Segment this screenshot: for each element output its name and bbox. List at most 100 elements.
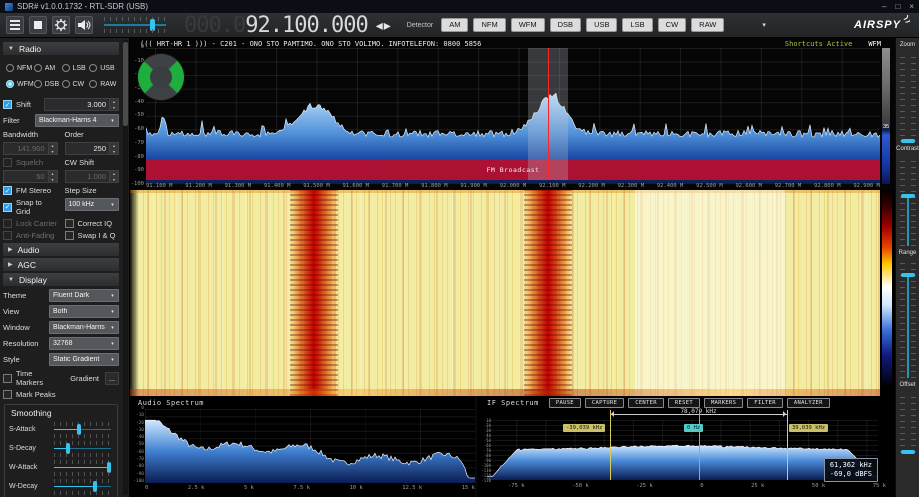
vertical-slider[interactable]: [899, 390, 916, 455]
mute-button[interactable]: [75, 16, 93, 34]
close-button[interactable]: ×: [909, 2, 914, 11]
mode-radio[interactable]: NFM: [6, 64, 34, 72]
menu-button[interactable]: [6, 16, 24, 34]
slider-track[interactable]: [52, 440, 113, 457]
slider-thumb[interactable]: [900, 450, 915, 455]
order-spinner[interactable]: ▴ ▾: [109, 143, 118, 154]
slider-thumb[interactable]: [66, 442, 71, 454]
cw-shift-label: CW Shift: [64, 158, 95, 167]
anti-fading-checkbox[interactable]: [3, 231, 12, 240]
step-up-button[interactable]: ▸: [384, 17, 391, 34]
slider-thumb[interactable]: [900, 194, 915, 199]
settings-button[interactable]: [52, 16, 70, 34]
shift-spinner[interactable]: ▴ ▾: [109, 99, 118, 110]
spectrum-plot[interactable]: FM Broadcast: [146, 48, 880, 184]
cw-shift-input[interactable]: 1.000 ▴ ▾: [64, 170, 119, 183]
scrollbar-thumb[interactable]: [123, 42, 128, 126]
swap-iq-checkbox[interactable]: [64, 231, 74, 240]
snap-to-grid-checkbox[interactable]: ✓: [3, 202, 12, 212]
slider-thumb[interactable]: [92, 480, 97, 492]
mode-radio[interactable]: WFM: [6, 80, 34, 88]
lock-carrier-checkbox[interactable]: [3, 219, 12, 228]
gradient-button[interactable]: ...: [105, 371, 119, 385]
if-toolbar-button[interactable]: ANALYZER: [786, 398, 830, 408]
volume-thumb[interactable]: [149, 19, 155, 31]
setting-dropdown[interactable]: Blackman-Harris 4 ▾: [49, 321, 119, 334]
detector-mode-button[interactable]: LSB: [622, 17, 653, 33]
filter-marker-left[interactable]: [610, 410, 611, 480]
sidebar-section-audio[interactable]: ▶ Audio: [3, 243, 119, 256]
time-markers-checkbox[interactable]: [3, 373, 12, 383]
tuning-line[interactable]: [548, 48, 549, 180]
detector-mode-button[interactable]: NFM: [473, 17, 506, 33]
slider-thumb[interactable]: [77, 423, 82, 435]
step-down-button[interactable]: ◂: [376, 17, 383, 34]
setting-dropdown[interactable]: Fluent Dark ▾: [49, 289, 119, 302]
volume-slider[interactable]: [102, 17, 168, 33]
toolbar-overflow-caret[interactable]: ▾: [762, 21, 766, 29]
slider-thumb[interactable]: [900, 139, 915, 144]
waterfall[interactable]: [130, 190, 895, 396]
if-toolbar-button[interactable]: CAPTURE: [584, 398, 625, 408]
detector-mode-button[interactable]: DSB: [549, 17, 582, 33]
slider-track[interactable]: [52, 421, 113, 438]
bandwidth-spinner[interactable]: ▴ ▾: [47, 143, 57, 154]
step-size-dropdown[interactable]: 100 kHz ▾: [64, 198, 119, 211]
shift-input[interactable]: 3.000 ▴ ▾: [44, 98, 119, 111]
slider-track[interactable]: [52, 478, 113, 495]
shift-checkbox[interactable]: ✓: [3, 100, 12, 109]
mode-radio[interactable]: AM: [33, 64, 62, 72]
sidebar-scrollbar[interactable]: [123, 40, 128, 495]
if-db-axis: -10 -20 -30 -40 -50 -60 -70 -80 -90 -100 -110 -120-…: [479, 418, 491, 483]
fm-stereo-checkbox[interactable]: ✓: [3, 186, 12, 195]
detector-mode-button[interactable]: AM: [441, 17, 469, 33]
setting-dropdown[interactable]: 32768 ▾: [49, 337, 119, 350]
minimize-button[interactable]: –: [882, 2, 886, 11]
sidebar-section-display[interactable]: ▼ Display: [3, 273, 119, 286]
shift-label: Shift: [16, 100, 32, 109]
squelch-input[interactable]: 50 ▴ ▾: [3, 170, 58, 183]
mode-radio[interactable]: USB: [89, 64, 117, 72]
bandwidth-input[interactable]: 141.960 ▴ ▾: [3, 142, 58, 155]
filter-marker-right[interactable]: [787, 410, 788, 480]
slider-thumb[interactable]: [106, 461, 111, 473]
if-toolbar-button[interactable]: MARKERS: [703, 398, 744, 408]
slider-track[interactable]: [52, 459, 113, 476]
maximize-button[interactable]: □: [895, 2, 900, 11]
waterfall-display[interactable]: [130, 190, 880, 396]
mode-radio[interactable]: LSB: [61, 64, 90, 72]
spectrum-panel[interactable]: ((( HRT-HR 1 ))) - C201 - ONO STO PAMTIM…: [130, 38, 895, 190]
center-marker[interactable]: [699, 410, 700, 480]
mode-radio[interactable]: RAW: [89, 80, 117, 88]
if-toolbar-button[interactable]: CENTER: [628, 398, 664, 408]
mode-radio[interactable]: CW: [61, 80, 90, 88]
setting-dropdown[interactable]: Both ▾: [49, 305, 119, 318]
setting-dropdown[interactable]: Static Gradient ▾: [49, 353, 119, 366]
if-toolbar-button[interactable]: RESET: [667, 398, 700, 408]
filter-dropdown[interactable]: Blackman-Harris 4 ▾: [35, 114, 119, 127]
mode-radio[interactable]: DSB: [33, 80, 62, 88]
detector-mode-button[interactable]: CW: [657, 17, 687, 33]
sidebar-section-radio[interactable]: ▼ Radio: [3, 42, 119, 55]
squelch-checkbox[interactable]: [3, 158, 12, 167]
frequency-tick-label: -25 k: [636, 483, 653, 489]
detector-mode-button[interactable]: RAW: [691, 17, 725, 33]
correct-iq-checkbox[interactable]: [64, 219, 74, 228]
smoothing-title: Smoothing: [11, 408, 52, 418]
squelch-spinner[interactable]: ▴ ▾: [47, 171, 57, 182]
detector-mode-button[interactable]: USB: [586, 17, 618, 33]
detector-mode-button[interactable]: WFM: [510, 17, 545, 33]
frequency-display[interactable]: 000.0 92.100.000: [184, 13, 369, 38]
stop-button[interactable]: [29, 16, 47, 34]
vertical-slider[interactable]: [899, 50, 916, 144]
cw-shift-spinner[interactable]: ▴ ▾: [109, 171, 118, 182]
if-toolbar-button[interactable]: FILTER: [747, 398, 783, 408]
if-toolbar-button[interactable]: PAUSE: [548, 398, 581, 408]
slider-thumb[interactable]: [900, 273, 915, 278]
order-input[interactable]: 250 ▴ ▾: [64, 142, 119, 155]
audio-spectrum-title: Audio Spectrum: [138, 399, 205, 407]
mark-peaks-checkbox[interactable]: [3, 390, 12, 399]
sidebar-section-agc[interactable]: ▶ AGC: [3, 258, 119, 271]
vertical-slider[interactable]: [899, 154, 916, 248]
vertical-slider[interactable]: [899, 258, 916, 380]
